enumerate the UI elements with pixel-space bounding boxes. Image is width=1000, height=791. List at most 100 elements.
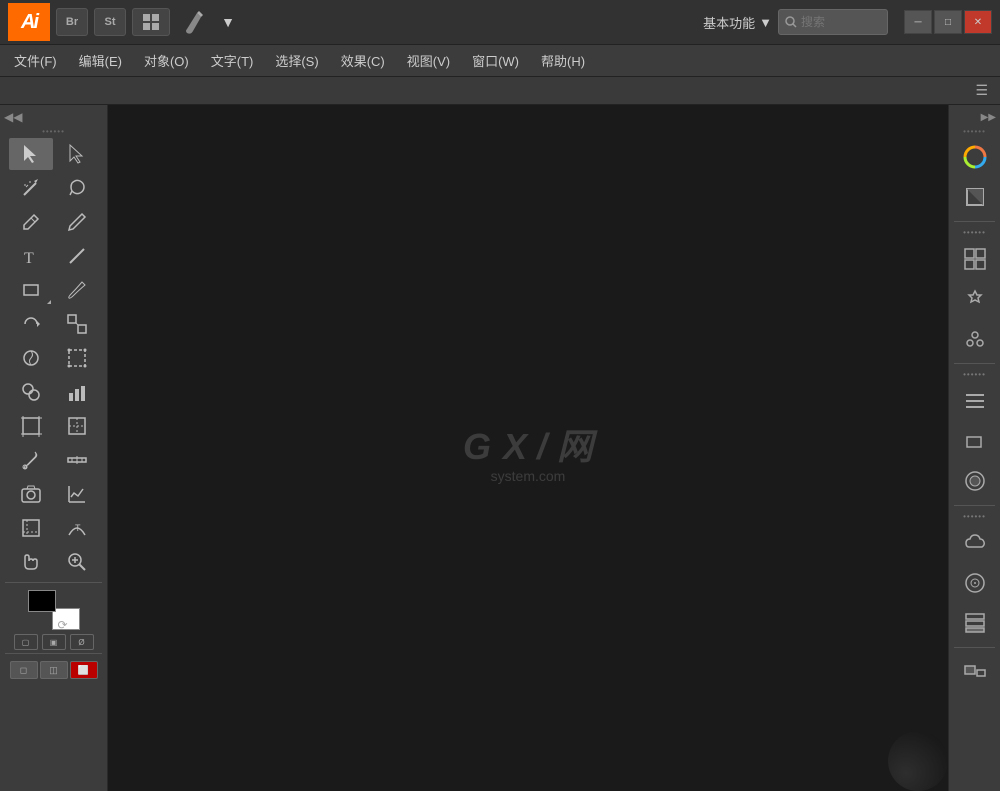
scale-tool[interactable] [55, 308, 99, 340]
direct-selection-tool[interactable] [55, 138, 99, 170]
free-transform-tool[interactable] [55, 342, 99, 374]
tool-row-shape [0, 376, 107, 408]
color-squares[interactable]: ⟳ [28, 590, 80, 630]
pencil-tool[interactable] [55, 206, 99, 238]
rectangle-tool[interactable] [9, 274, 53, 306]
toolbar-handle: •••••• [5, 127, 101, 135]
right-panel-divider-3 [954, 505, 995, 506]
left-toolbar: ◀◀ •••••• [0, 105, 108, 791]
menu-view[interactable]: 视图(V) [397, 47, 460, 74]
stock-button[interactable]: St [94, 8, 126, 36]
layers-panel-icon[interactable] [956, 604, 994, 642]
fill-button[interactable]: ▢ [14, 634, 38, 650]
menu-help[interactable]: 帮助(H) [531, 47, 595, 74]
menu-effect[interactable]: 效果(C) [331, 47, 395, 74]
lasso-tool[interactable] [55, 172, 99, 204]
tool-row-crop: T [0, 512, 107, 544]
menu-file[interactable]: 文件(F) [4, 47, 67, 74]
dark-circle-decoration [888, 731, 948, 791]
rotate-tool[interactable] [9, 308, 53, 340]
paint-icon[interactable] [176, 8, 208, 36]
drawing-mode-buttons: ◻ ◫ ⬜ [10, 661, 98, 679]
search-bar [778, 9, 888, 35]
draw-normal-button[interactable]: ◻ [10, 661, 38, 679]
reset-colors[interactable]: ⟳ [58, 618, 68, 632]
creative-cloud-icon[interactable] [956, 524, 994, 562]
main-area: ◀◀ •••••• [0, 105, 1000, 791]
crop-tool[interactable] [9, 512, 53, 544]
tool-row-pen [0, 206, 107, 238]
restore-button[interactable]: □ [934, 10, 962, 34]
collapse-right-button[interactable]: ▶▶ [949, 109, 1000, 125]
gradient-button[interactable]: ▣ [42, 634, 66, 650]
tool-row-magic [0, 172, 107, 204]
tool-row-eyedropper [0, 444, 107, 476]
toolbar-divider-2 [5, 653, 101, 654]
magic-wand-tool[interactable] [9, 172, 53, 204]
warp-tool[interactable] [9, 342, 53, 374]
menu-select[interactable]: 选择(S) [265, 47, 328, 74]
chart-tool[interactable] [55, 478, 99, 510]
right-panel-section-2: •••••• [963, 370, 986, 379]
right-panel-divider-4 [954, 647, 995, 648]
right-panel-section-1: •••••• [963, 228, 986, 237]
minimize-button[interactable]: ─ [904, 10, 932, 34]
collapse-left-button[interactable]: ◀◀ [0, 109, 107, 125]
right-panel: ▶▶ •••••• •••••• •••••• [948, 105, 1000, 791]
type-tool[interactable]: T [9, 240, 53, 272]
selection-tool[interactable] [9, 138, 53, 170]
grid-button[interactable] [132, 8, 170, 36]
tool-row-hand [0, 546, 107, 578]
shape-builder-tool[interactable] [9, 376, 53, 408]
tool-row-rotate [0, 308, 107, 340]
right-panel-section-3: •••••• [963, 512, 986, 521]
color-area: ⟳ ▢ ▣ Ø [0, 590, 107, 650]
graph-tool[interactable] [55, 376, 99, 408]
grid-panel-icon[interactable] [956, 240, 994, 278]
panel-toggle-icon[interactable]: ☰ [971, 80, 992, 101]
artboard-tool[interactable] [9, 410, 53, 442]
artboards-panel-icon[interactable] [956, 653, 994, 691]
slice-tool[interactable] [55, 410, 99, 442]
svg-text:T: T [24, 250, 34, 267]
menu-edit[interactable]: 编辑(E) [69, 47, 132, 74]
right-panel-divider-1 [954, 221, 995, 222]
bridge-button[interactable]: Br [56, 8, 88, 36]
gradient-panel-icon[interactable] [956, 564, 994, 602]
appearance-panel-icon[interactable] [956, 462, 994, 500]
watermark-sub-text: system.com [491, 468, 566, 484]
close-button[interactable]: ✕ [964, 10, 992, 34]
align-panel-icon[interactable] [956, 382, 994, 420]
menu-bar: 文件(F) 编辑(E) 对象(O) 文字(T) 选择(S) 效果(C) 视图(V… [0, 45, 1000, 77]
brushes-panel-icon[interactable] [956, 280, 994, 318]
menu-object[interactable]: 对象(O) [134, 47, 199, 74]
workspace-selector[interactable]: 基本功能 ▼ [703, 13, 772, 32]
paintbrush-tool[interactable] [55, 274, 99, 306]
tool-row-select [0, 138, 107, 170]
menu-window[interactable]: 窗口(W) [462, 47, 529, 74]
draw-behind-button[interactable]: ◫ [40, 661, 68, 679]
dropdown-arrow[interactable]: ▼ [214, 8, 242, 36]
tool-row-slice [0, 410, 107, 442]
camera-tool[interactable] [9, 478, 53, 510]
right-panel-divider-2 [954, 363, 995, 364]
svg-text:T: T [75, 523, 81, 533]
watermark-text: G X / 网 [463, 418, 593, 470]
color-panel-icon[interactable] [956, 138, 994, 176]
pen-tool[interactable] [9, 206, 53, 238]
foreground-color[interactable] [28, 590, 56, 612]
tool-row-camera [0, 478, 107, 510]
draw-inside-button[interactable]: ⬜ [70, 661, 98, 679]
eyedropper-tool[interactable] [9, 444, 53, 476]
pathfinder-panel-icon[interactable] [956, 422, 994, 460]
none-button[interactable]: Ø [70, 634, 94, 650]
symbols-panel-icon[interactable] [956, 320, 994, 358]
measure-tool[interactable] [55, 444, 99, 476]
stroke-panel-icon[interactable] [956, 178, 994, 216]
search-input[interactable] [801, 15, 881, 29]
hand-tool[interactable] [9, 546, 53, 578]
zoom-tool[interactable] [55, 546, 99, 578]
type-on-path-tool[interactable]: T [55, 512, 99, 544]
line-tool[interactable] [55, 240, 99, 272]
menu-type[interactable]: 文字(T) [201, 47, 264, 74]
